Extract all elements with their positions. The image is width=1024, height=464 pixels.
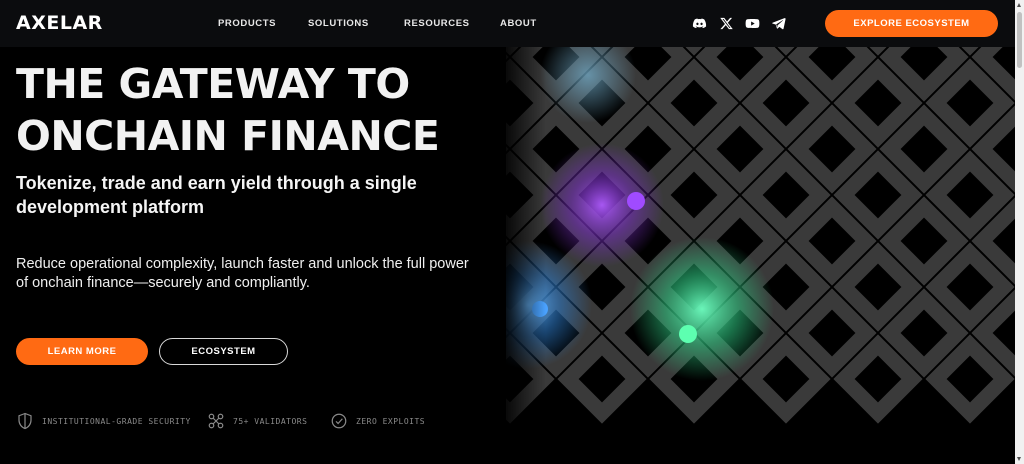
ecosystem-button[interactable]: ECOSYSTEM: [159, 338, 288, 365]
hero-subhead: Tokenize, trade and earn yield through a…: [16, 173, 417, 217]
top-nav: AXELAR PRODUCTS SOLUTIONS RESOURCES ABOU…: [0, 0, 1015, 47]
x-icon[interactable]: [718, 15, 734, 31]
nav-link-solutions[interactable]: SOLUTIONS: [308, 18, 369, 29]
youtube-icon[interactable]: [744, 15, 760, 31]
scroll-thumb[interactable]: [1017, 12, 1022, 68]
scroll-up-arrow-icon[interactable]: [1017, 3, 1021, 7]
explore-ecosystem-button[interactable]: EXPLORE ECOSYSTEM: [825, 10, 998, 37]
headline-line-1: THE GATEWAY TO: [16, 60, 410, 108]
scroll-down-arrow-icon[interactable]: [1017, 457, 1021, 461]
page: AXELAR PRODUCTS SOLUTIONS RESOURCES ABOU…: [0, 0, 1024, 464]
hero-illustration: [506, 47, 1015, 464]
shield-icon: [16, 412, 34, 430]
purple-glow: [540, 143, 664, 267]
nav-link-about[interactable]: ABOUT: [500, 18, 537, 29]
feature-security: INSTITUTIONAL-GRADE SECURITY: [16, 412, 191, 430]
feature-zero-exploits: ZERO EXPLOITS: [330, 412, 425, 430]
feature-label: INSTITUTIONAL-GRADE SECURITY: [42, 416, 191, 426]
feature-validators: 75+ VALIDATORS: [207, 412, 307, 430]
headline-line-2: ONCHAIN FINANCE: [16, 112, 440, 160]
green-node: [679, 325, 697, 343]
learn-more-button[interactable]: LEARN MORE: [16, 338, 148, 365]
feature-label: ZERO EXPLOITS: [356, 416, 426, 426]
blue-node: [532, 301, 548, 317]
validators-icon: [207, 412, 225, 430]
hero-description: Reduce operational complexity, launch fa…: [16, 256, 469, 291]
nav-link-resources[interactable]: RESOURCES: [404, 18, 470, 29]
axelar-logo[interactable]: AXELAR: [16, 12, 103, 34]
page-scrollbar[interactable]: [1015, 0, 1024, 464]
nav-link-products[interactable]: PRODUCTS: [218, 18, 276, 29]
hero-headline: THE GATEWAY TO ONCHAIN FINANCE: [16, 58, 440, 162]
discord-icon[interactable]: [691, 15, 707, 31]
check-badge-icon: [330, 412, 348, 430]
purple-node: [627, 192, 645, 210]
feature-label: 75+ VALIDATORS: [233, 416, 308, 426]
green-glow: [630, 237, 774, 381]
telegram-icon[interactable]: [770, 15, 786, 31]
